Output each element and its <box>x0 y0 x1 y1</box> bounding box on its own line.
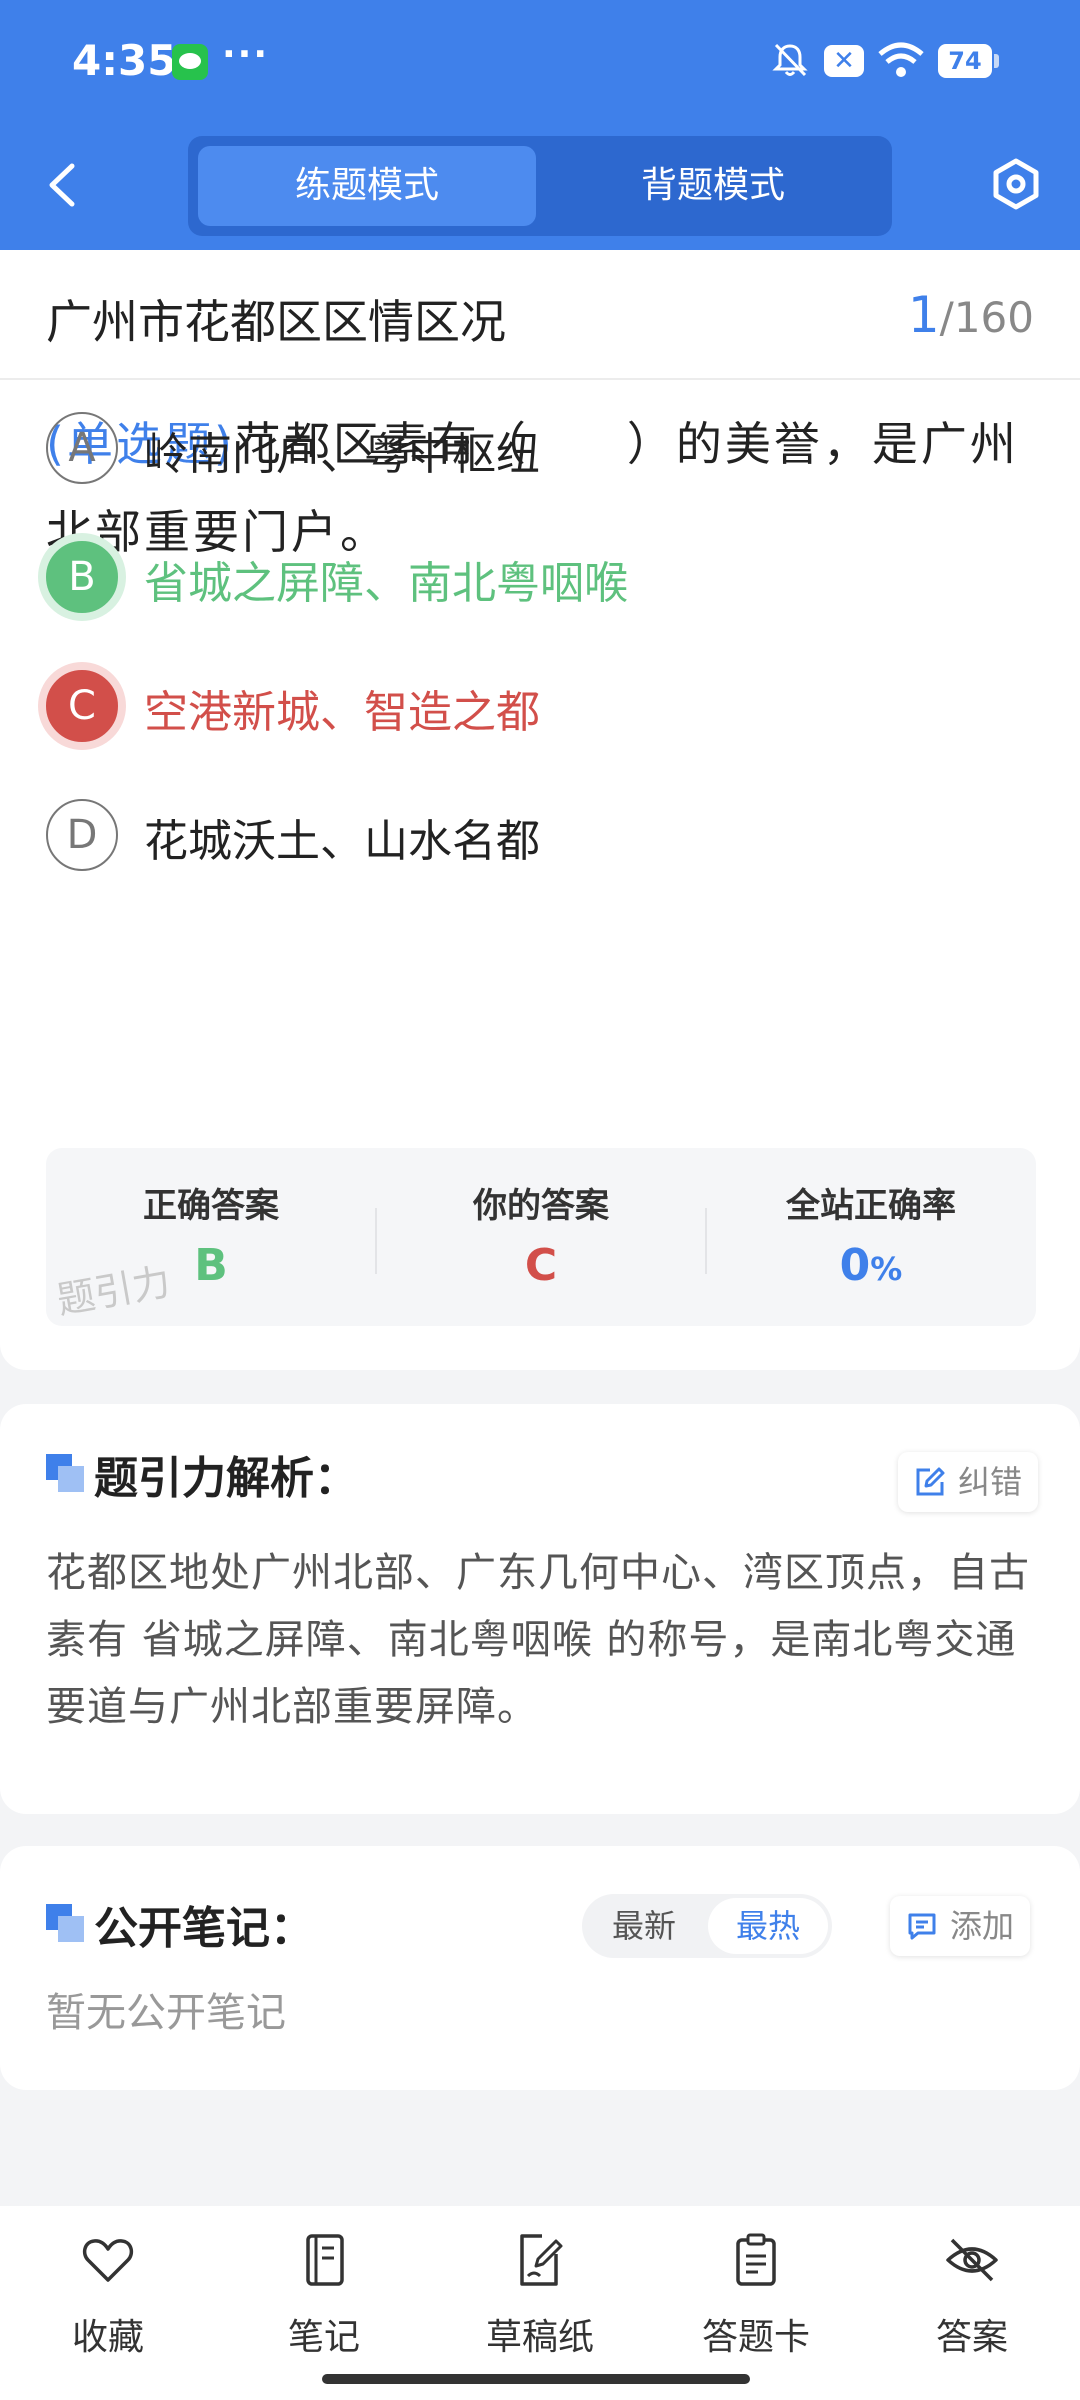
back-icon[interactable] <box>42 160 82 210</box>
clipboard-icon <box>736 2233 776 2286</box>
analysis-text: 花都区地处广州北部、广东几何中心、湾区顶点，自古素有 省城之屏障、南北粤咽喉 的… <box>46 1550 1030 1730</box>
option-letter: C <box>46 670 118 742</box>
sort-hot[interactable]: 最热 <box>708 1898 828 1954</box>
current-question-number: 1 <box>907 286 940 344</box>
option-a[interactable]: A 岭南门户、粤中枢纽 <box>46 408 1036 488</box>
tab-label: 收藏 <box>71 2317 144 2358</box>
notes-title: 公开笔记： <box>94 1903 314 1954</box>
bottom-toolbar: 收藏 笔记 草稿纸 答题卡 答案 <box>0 2206 1080 2400</box>
tab-answer-sheet[interactable]: 答题卡 <box>666 2232 846 2372</box>
heart-icon <box>82 2239 134 2282</box>
option-letter: D <box>46 799 118 871</box>
accuracy-stat: 全站正确率 0% <box>706 1148 1036 1326</box>
accuracy-unit: % <box>870 1250 903 1288</box>
report-error-button[interactable]: 纠错 <box>898 1452 1039 1512</box>
status-bar: 4:35 ··· ✕ 74 <box>0 0 1080 125</box>
report-error-label: 纠错 <box>958 1463 1023 1501</box>
analysis-card: 题引力解析： 纠错 花都区地处广州北部、广东几何中心、湾区顶点，自古素有 省城之… <box>0 1404 1080 1814</box>
tab-label: 答题卡 <box>701 2317 810 2358</box>
settings-icon[interactable] <box>990 158 1042 210</box>
tab-memorize-mode[interactable]: 背题模式 <box>544 146 882 226</box>
add-note-label: 添加 <box>950 1907 1015 1945</box>
option-text: 空港新城、智造之都 <box>144 687 540 738</box>
your-answer-value: C <box>524 1240 558 1291</box>
section-icon <box>46 1454 84 1492</box>
total-questions: /160 <box>939 293 1034 342</box>
wechat-icon <box>172 44 208 80</box>
option-b[interactable]: B 省城之屏障、南北粤咽喉 <box>46 537 1036 617</box>
notes-sort-switch: 最新 最热 <box>582 1894 832 1958</box>
notebook-icon <box>306 2234 344 2286</box>
tab-favorite[interactable]: 收藏 <box>18 2232 198 2372</box>
close-notification-icon: ✕ <box>824 45 864 77</box>
draft-icon <box>520 2234 563 2286</box>
option-text: 花城沃土、山水名都 <box>144 816 540 867</box>
tab-practice-mode[interactable]: 练题模式 <box>198 146 536 226</box>
status-time: 4:35 <box>72 36 177 85</box>
question-progress: 1/160 <box>908 286 1034 344</box>
wifi-icon <box>878 42 924 77</box>
your-answer-stat: 你的答案 C <box>376 1148 706 1326</box>
option-d[interactable]: D 花城沃土、山水名都 <box>46 795 1036 875</box>
mode-switch: 练题模式 背题模式 <box>188 136 892 236</box>
tab-label: 答案 <box>935 2317 1008 2358</box>
accuracy-value: 0% <box>706 1240 1036 1291</box>
notes-card: 公开笔记： 最新 最热 添加 暂无公开笔记 <box>0 1846 1080 2090</box>
eye-off-icon <box>946 2238 998 2282</box>
option-text: 岭南门户、粤中枢纽 <box>144 429 540 480</box>
empty-notes-text: 暂无公开笔记 <box>46 1990 286 2036</box>
accuracy-number: 0 <box>839 1240 871 1291</box>
sort-latest[interactable]: 最新 <box>582 1894 706 1958</box>
answer-stats: 正确答案 B 你的答案 C 全站正确率 0% 题引力 <box>46 1148 1036 1326</box>
option-text: 省城之屏障、南北粤咽喉 <box>144 558 628 609</box>
tab-notes[interactable]: 笔记 <box>234 2232 414 2372</box>
section-icon <box>46 1904 84 1942</box>
option-letter: A <box>46 412 118 484</box>
question-header: 广州市花都区区情区况 1/160 <box>0 250 1080 380</box>
battery-icon: 74 <box>938 44 999 78</box>
tab-label: 笔记 <box>287 2317 360 2358</box>
home-indicator[interactable] <box>322 2374 750 2384</box>
comment-icon <box>908 1913 936 1940</box>
analysis-title: 题引力解析： <box>94 1453 358 1504</box>
tab-answer[interactable]: 答案 <box>882 2232 1062 2372</box>
correct-answer-label: 正确答案 <box>143 1186 279 1226</box>
more-notifications-icon: ··· <box>222 34 270 75</box>
top-bar: 4:35 ··· ✕ 74 练题模式 背题模式 <box>0 0 1080 250</box>
question-card: 广州市花都区区情区况 1/160 (单选题)花都区素有（ ）的美誉，是广州北部重… <box>0 250 1080 1370</box>
tab-label: 草稿纸 <box>485 2317 594 2358</box>
tab-draft[interactable]: 草稿纸 <box>450 2232 630 2372</box>
your-answer-label: 你的答案 <box>473 1186 609 1226</box>
accuracy-label: 全站正确率 <box>786 1186 956 1226</box>
bell-off-icon <box>772 43 808 77</box>
option-c[interactable]: C 空港新城、智造之都 <box>46 666 1036 746</box>
option-letter: B <box>46 541 118 613</box>
edit-icon <box>916 1467 945 1496</box>
add-note-button[interactable]: 添加 <box>890 1896 1031 1956</box>
chapter-title: 广州市花都区区情区况 <box>46 295 506 349</box>
